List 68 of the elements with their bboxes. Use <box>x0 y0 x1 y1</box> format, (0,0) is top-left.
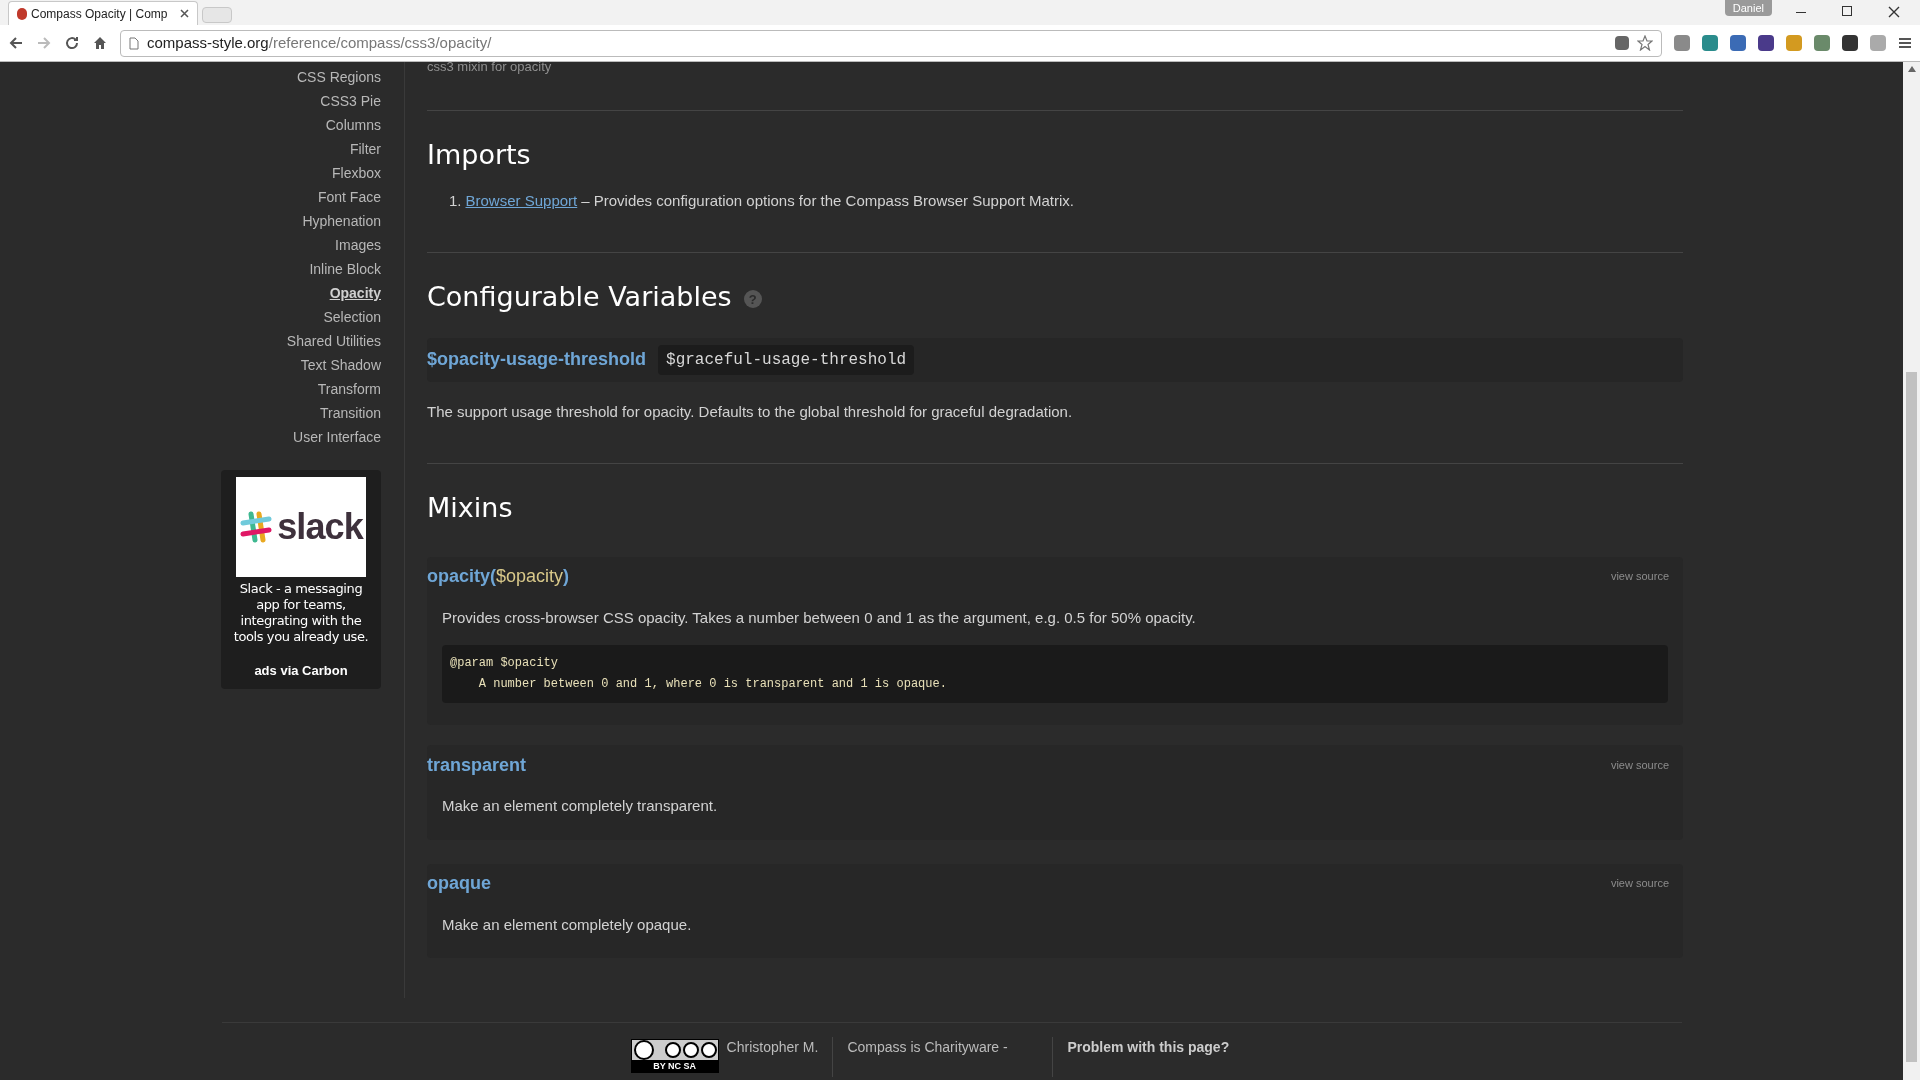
mixin-description: Provides cross-browser CSS opacity. Takes a number between 0 and 1 as the argument, e.g. 0.5 for 50% opacity. <box>442 607 1197 628</box>
section-heading: Imports <box>427 138 532 172</box>
address-field[interactable]: compass-style.org/reference/compass/css3/opacity/ <box>120 29 1662 57</box>
sidebar-link[interactable]: Hyphenation <box>302 212 381 230</box>
scrollbar[interactable] <box>1903 62 1920 1080</box>
extension-icon[interactable] <box>1842 35 1858 51</box>
variable-description: The support usage threshold for opacity. Defaults to the global threshold for graceful degradation. <box>427 401 1074 422</box>
browser-tab[interactable]: Compass Opacity | Comp <box>8 1 198 25</box>
section-heading: Configurable Variables <box>427 280 732 314</box>
sidebar-link[interactable]: Transform <box>317 380 381 398</box>
sidebar-link[interactable]: User Interface <box>293 428 381 446</box>
section-heading: Mixins <box>427 491 514 525</box>
ad-logo[interactable]: slack <box>236 477 366 577</box>
extension-icon[interactable] <box>1758 35 1774 51</box>
view-source-link[interactable]: view source <box>1610 568 1669 585</box>
sidebar-link[interactable]: Selection <box>323 308 381 326</box>
license-text: BY NC SA <box>631 1060 718 1072</box>
star-icon[interactable] <box>1637 35 1653 51</box>
mixin-name: opacity($opacity) <box>427 565 570 588</box>
view-source-link[interactable]: view source <box>1610 756 1669 774</box>
code-block: @param $opacity A number between 0 and 1, where 0 is transparent and 1 is opaque. <box>442 645 1668 703</box>
sidebar-link[interactable]: Shared Utilities <box>286 332 381 350</box>
sidebar-link[interactable]: CSS Regions <box>296 68 381 86</box>
translate-icon[interactable] <box>1615 36 1629 50</box>
mixin-name: opaque <box>427 872 491 895</box>
variable-default: $graceful-usage-threshold <box>658 344 915 375</box>
sidebar-link[interactable]: Transition <box>320 404 381 422</box>
import-description: – Provides configuration options for the Compass Browser Support Matrix. <box>581 190 1074 211</box>
back-icon[interactable] <box>8 35 24 51</box>
close-icon[interactable] <box>1888 6 1900 18</box>
mixin-description: Make an element completely transparent. <box>442 796 719 816</box>
license-icon <box>632 1040 717 1060</box>
author-text: Christopher M. <box>726 1037 834 1077</box>
tab-title: Compass Opacity | Comp <box>31 5 168 23</box>
intro-text: css3 mixin for opacity <box>427 62 553 74</box>
logo-text: slack <box>277 505 363 549</box>
sidebar-link[interactable]: Opacity <box>329 284 381 302</box>
scrollbar-thumb[interactable] <box>1906 372 1917 1062</box>
sidebar-link[interactable]: Columns <box>325 116 381 134</box>
mixin-name: transparent <box>427 753 527 777</box>
sidebar-link[interactable]: Font Face <box>317 188 381 206</box>
ad-credit[interactable]: ads via Carbon <box>254 661 348 681</box>
home-icon[interactable] <box>92 35 108 51</box>
sidebar-link[interactable]: Filter <box>349 140 381 158</box>
variable-name: $opacity-usage-threshold <box>427 348 647 371</box>
extension-icon[interactable] <box>1730 35 1746 51</box>
close-icon[interactable] <box>180 9 189 18</box>
page-icon <box>129 36 139 50</box>
reload-icon[interactable] <box>64 35 80 51</box>
sidebar-link[interactable]: CSS3 Pie <box>320 92 381 110</box>
sidebar-link[interactable]: Flexbox <box>331 164 381 182</box>
scroll-up-icon[interactable] <box>1907 66 1916 72</box>
problem-heading: Problem with this page? <box>1066 1038 1231 1057</box>
ad-text[interactable]: Slack - a messaging app for teams, integrating with the tools you already use. <box>229 581 373 645</box>
import-link[interactable]: Browser Support <box>465 189 578 212</box>
view-source-link[interactable]: view source <box>1610 875 1669 892</box>
url-text: compass-style.org/reference/compass/css3/opacity/ <box>147 32 492 53</box>
list-number: 1. <box>449 190 462 211</box>
mixin-description: Make an element completely opaque. <box>442 914 693 935</box>
menu-icon[interactable] <box>1898 36 1912 50</box>
sidebar-link[interactable]: Text Shadow <box>300 356 381 374</box>
license-badge[interactable]: BY NC SA <box>630 1039 719 1073</box>
favicon-icon <box>17 7 27 20</box>
hash-icon <box>239 510 274 544</box>
restore-icon[interactable] <box>1842 6 1852 16</box>
sidebar-link[interactable]: Images <box>335 236 381 254</box>
sidebar-link[interactable]: Inline Block <box>309 260 381 278</box>
charityware-text: Compass is Charityware - <box>833 1037 1054 1077</box>
